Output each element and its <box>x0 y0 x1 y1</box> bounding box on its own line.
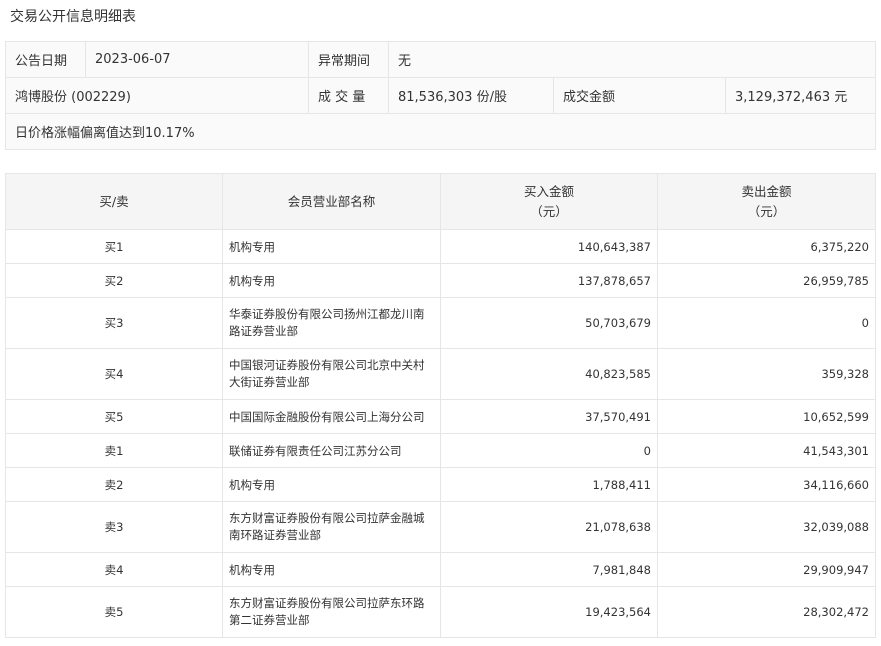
buy-amount-cell: 19,423,564 <box>440 586 658 638</box>
dept-name-cell: 机构专用 <box>222 552 441 587</box>
dept-name-cell: 东方财富证券股份有限公司拉萨东环路 第二证券营业部 <box>222 586 441 638</box>
buy-amount-cell: 7,981,848 <box>440 552 658 587</box>
table-row: 买3 华泰证券股份有限公司扬州江都龙川南 路证券营业部 50,703,679 0 <box>5 297 876 349</box>
header-dept: 会员营业部名称 <box>222 173 441 230</box>
side-cell: 卖2 <box>5 467 223 502</box>
dept-name-cell: 中国银河证券股份有限公司北京中关村 大街证券营业部 <box>222 348 441 400</box>
sell-amount-cell: 26,959,785 <box>657 263 876 298</box>
sell-amount-cell: 34,116,660 <box>657 467 876 502</box>
dept-name-line: 东方财富证券股份有限公司拉萨东环路 <box>229 596 425 610</box>
page-title: 交易公开信息明细表 <box>10 9 136 25</box>
dept-name-line: 机构专用 <box>229 273 275 288</box>
trade-detail-table: 买/卖 会员营业部名称 买入金额 （元） 卖出金额 （元） 买1 机构专用 140,… <box>5 173 876 638</box>
buy-amount-cell: 50,703,679 <box>440 297 658 349</box>
sell-amount-cell: 29,909,947 <box>657 552 876 587</box>
header-buy-unit: （元） <box>530 203 568 219</box>
table-row: 卖5 东方财富证券股份有限公司拉萨东环路 第二证券营业部 19,423,564 28,3… <box>5 586 876 638</box>
table-row: 买1 机构专用 140,643,387 6,375,220 <box>5 229 876 264</box>
dept-name-line: 中国银河证券股份有限公司北京中关村 <box>229 358 425 372</box>
price-deviation-note: 日价格涨幅偏离值达到10.17% <box>5 113 876 150</box>
buy-amount-cell: 40,823,585 <box>440 348 658 400</box>
dept-name-cell: 东方财富证券股份有限公司拉萨金融城 南环路证券营业部 <box>222 501 441 553</box>
dept-name-line: 机构专用 <box>229 477 275 492</box>
header-sell-label: 卖出金额 <box>741 183 792 199</box>
dept-name-cell: 联储证券有限责任公司江苏分公司 <box>222 433 441 468</box>
buy-amount-cell: 137,878,657 <box>440 263 658 298</box>
buy-amount-cell: 140,643,387 <box>440 229 658 264</box>
header-buy-label: 买入金额 <box>523 183 574 199</box>
dept-name-line: 大街证券营业部 <box>229 375 310 389</box>
buy-amount-cell: 0 <box>440 433 658 468</box>
side-cell: 卖4 <box>5 552 223 587</box>
side-cell: 卖1 <box>5 433 223 468</box>
header-buy: 买入金额 （元） <box>440 173 658 230</box>
table-row: 卖3 东方财富证券股份有限公司拉萨金融城 南环路证券营业部 21,078,638 32,… <box>5 501 876 553</box>
summary-row: 公告日期 2023-06-07 异常期间 无 <box>5 41 876 78</box>
amount-value: 3,129,372,463 元 <box>725 77 876 114</box>
table-row: 买4 中国银河证券股份有限公司北京中关村 大街证券营业部 40,823,585 359,… <box>5 348 876 400</box>
volume-value: 81,536,303 份/股 <box>388 77 554 114</box>
header-sell-unit: （元） <box>747 203 786 219</box>
table-row: 卖4 机构专用 7,981,848 29,909,947 <box>5 552 876 587</box>
dept-name-cell: 机构专用 <box>222 467 441 502</box>
buy-amount-cell: 21,078,638 <box>440 501 658 553</box>
amount-label: 成交金额 <box>553 77 726 114</box>
date-label: 公告日期 <box>5 41 86 78</box>
sell-amount-cell: 32,039,088 <box>657 501 876 553</box>
dept-name-line: 路证券营业部 <box>229 324 298 338</box>
dept-name-line: 第二证券营业部 <box>229 613 310 627</box>
side-cell: 买4 <box>5 348 223 400</box>
header-side: 买/卖 <box>5 173 223 230</box>
sell-amount-cell: 41,543,301 <box>657 433 876 468</box>
side-cell: 卖3 <box>5 501 223 553</box>
side-cell: 买1 <box>5 229 223 264</box>
dept-name-line: 华泰证券股份有限公司扬州江都龙川南 <box>229 307 425 321</box>
dept-name-line: 机构专用 <box>229 239 275 254</box>
header-sell: 卖出金额 （元） <box>657 173 876 230</box>
dept-name-cell: 机构专用 <box>222 263 441 298</box>
buy-amount-cell: 37,570,491 <box>440 399 658 434</box>
buy-amount-cell: 1,788,411 <box>440 467 658 502</box>
side-cell: 买2 <box>5 263 223 298</box>
sell-amount-cell: 10,652,599 <box>657 399 876 434</box>
dept-name-cell: 中国国际金融股份有限公司上海分公司 <box>222 399 441 434</box>
summary-row: 日价格涨幅偏离值达到10.17% <box>5 113 876 150</box>
table-row: 买5 中国国际金融股份有限公司上海分公司 37,570,491 10,652,599 <box>5 399 876 434</box>
summary-table: 公告日期 2023-06-07 异常期间 无 鸿博股份 (002229) 成 交… <box>5 41 876 150</box>
volume-label: 成 交 量 <box>308 77 389 114</box>
table-row: 买2 机构专用 137,878,657 26,959,785 <box>5 263 876 298</box>
side-cell: 买3 <box>5 297 223 349</box>
abnormal-period-value: 无 <box>388 41 876 78</box>
stock-name: 鸿博股份 (002229) <box>5 77 309 114</box>
side-cell: 买5 <box>5 399 223 434</box>
dept-name-line: 南环路证券营业部 <box>229 528 321 542</box>
date-value: 2023-06-07 <box>85 41 309 78</box>
dept-name-cell: 华泰证券股份有限公司扬州江都龙川南 路证券营业部 <box>222 297 441 349</box>
dept-name-line: 东方财富证券股份有限公司拉萨金融城 <box>229 511 425 525</box>
side-cell: 卖5 <box>5 586 223 638</box>
dept-name-cell: 机构专用 <box>222 229 441 264</box>
table-row: 卖2 机构专用 1,788,411 34,116,660 <box>5 467 876 502</box>
dept-name-line: 机构专用 <box>229 562 275 577</box>
header-row: 买/卖 会员营业部名称 买入金额 （元） 卖出金额 （元） <box>5 173 876 230</box>
summary-row: 鸿博股份 (002229) 成 交 量 81,536,303 份/股 成交金额 … <box>5 77 876 114</box>
sell-amount-cell: 6,375,220 <box>657 229 876 264</box>
dept-name-line: 联储证券有限责任公司江苏分公司 <box>229 443 402 458</box>
dept-name-line: 中国国际金融股份有限公司上海分公司 <box>229 409 425 424</box>
sell-amount-cell: 0 <box>657 297 876 349</box>
abnormal-period-label: 异常期间 <box>308 41 389 78</box>
sell-amount-cell: 28,302,472 <box>657 586 876 638</box>
table-row: 卖1 联储证券有限责任公司江苏分公司 0 41,543,301 <box>5 433 876 468</box>
sell-amount-cell: 359,328 <box>657 348 876 400</box>
